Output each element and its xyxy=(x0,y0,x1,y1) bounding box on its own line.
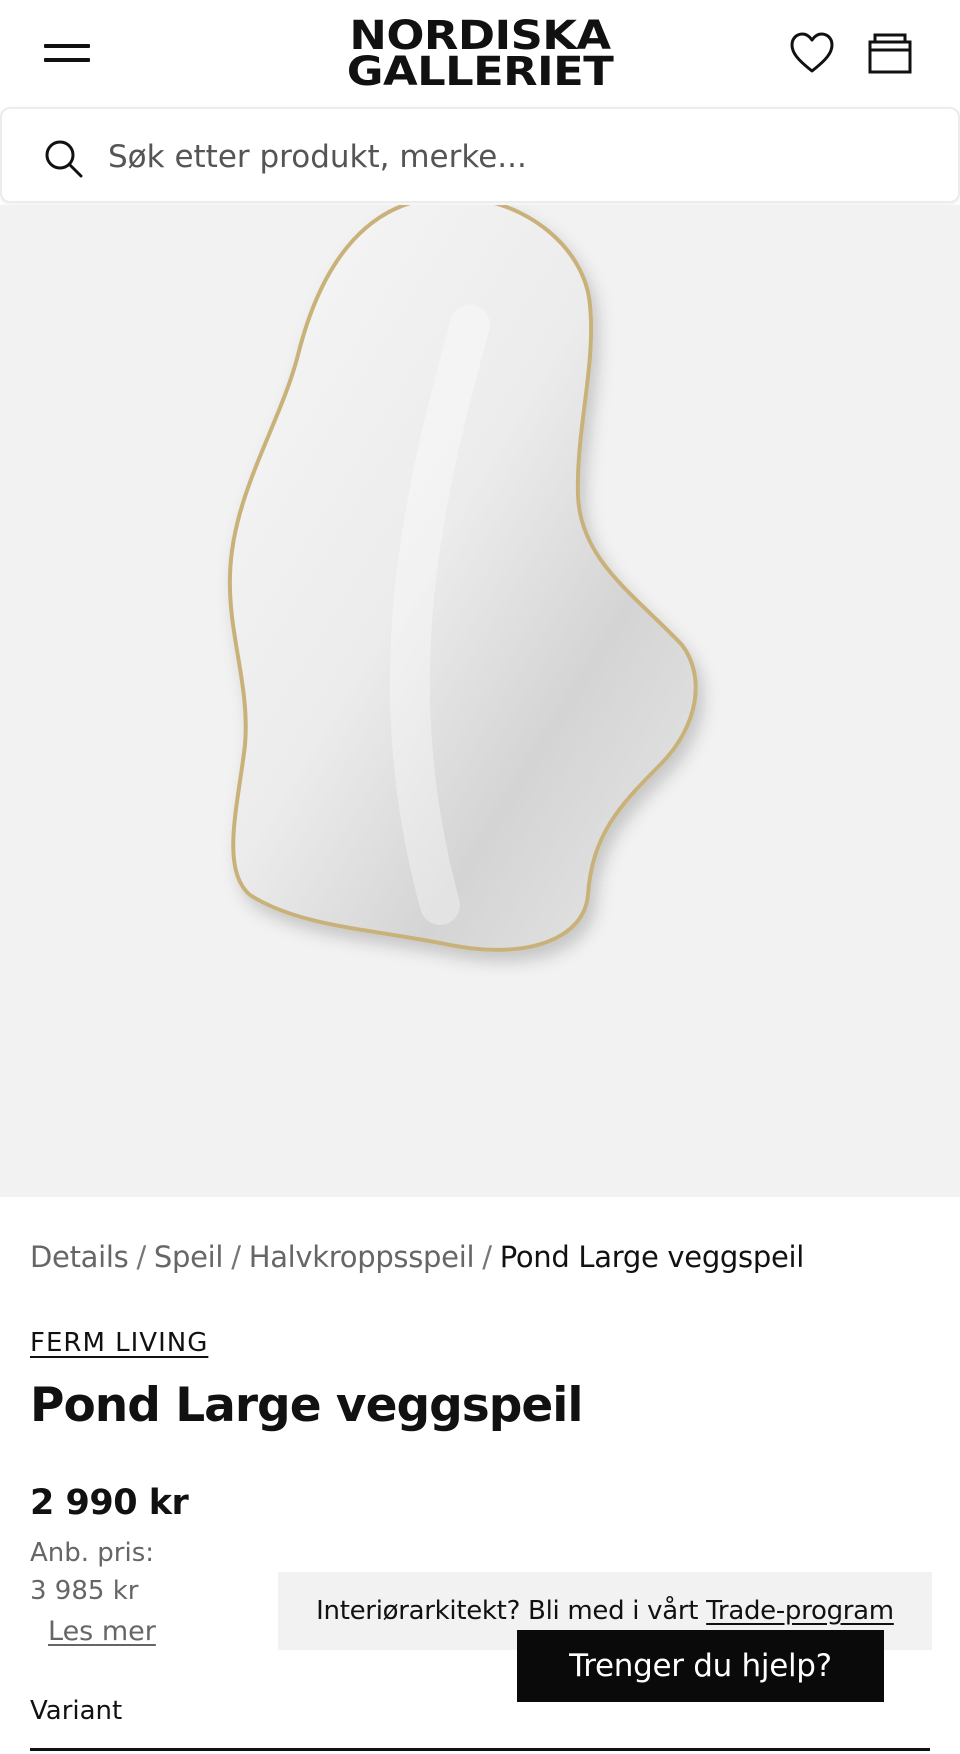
product-title: Pond Large veggspeil xyxy=(30,1378,583,1433)
product-price: 2 990 kr xyxy=(30,1483,189,1523)
breadcrumb-separator: / xyxy=(231,1240,241,1274)
breadcrumb-separator: / xyxy=(136,1240,146,1274)
breadcrumb-current: Pond Large veggspeil xyxy=(499,1240,805,1274)
brand-link[interactable]: FERM LIVING xyxy=(30,1328,208,1358)
variant-selector-border[interactable] xyxy=(30,1748,930,1751)
recommended-price-value: 3 985 kr xyxy=(30,1576,139,1606)
recommended-price-label: Anb. pris: xyxy=(30,1538,155,1568)
product-image[interactable] xyxy=(0,205,960,1197)
trade-program-link[interactable]: Trade-program xyxy=(706,1596,894,1626)
search-icon[interactable] xyxy=(44,139,84,179)
read-more-link[interactable]: Les mer xyxy=(48,1616,156,1647)
breadcrumb-item-details[interactable]: Details xyxy=(30,1240,129,1274)
trade-banner-text: Interiørarkitekt? Bli med i vårt xyxy=(316,1596,699,1626)
site-header: NORDISKA GALLERIET xyxy=(0,0,960,108)
breadcrumb-separator: / xyxy=(482,1240,492,1274)
breadcrumb: Details / Speil / Halvkroppsspeil / Pond Large… xyxy=(30,1240,804,1274)
heart-icon[interactable] xyxy=(788,30,836,78)
help-chat-button[interactable]: Trenger du hjelp? xyxy=(517,1630,884,1702)
variant-label: Variant xyxy=(30,1696,123,1726)
breadcrumb-item-speil[interactable]: Speil xyxy=(154,1240,224,1274)
cart-icon[interactable] xyxy=(866,30,914,78)
breadcrumb-item-halvkroppsspeil[interactable]: Halvkroppsspeil xyxy=(249,1240,475,1274)
search-input[interactable] xyxy=(108,129,928,185)
search-bar xyxy=(0,107,960,203)
